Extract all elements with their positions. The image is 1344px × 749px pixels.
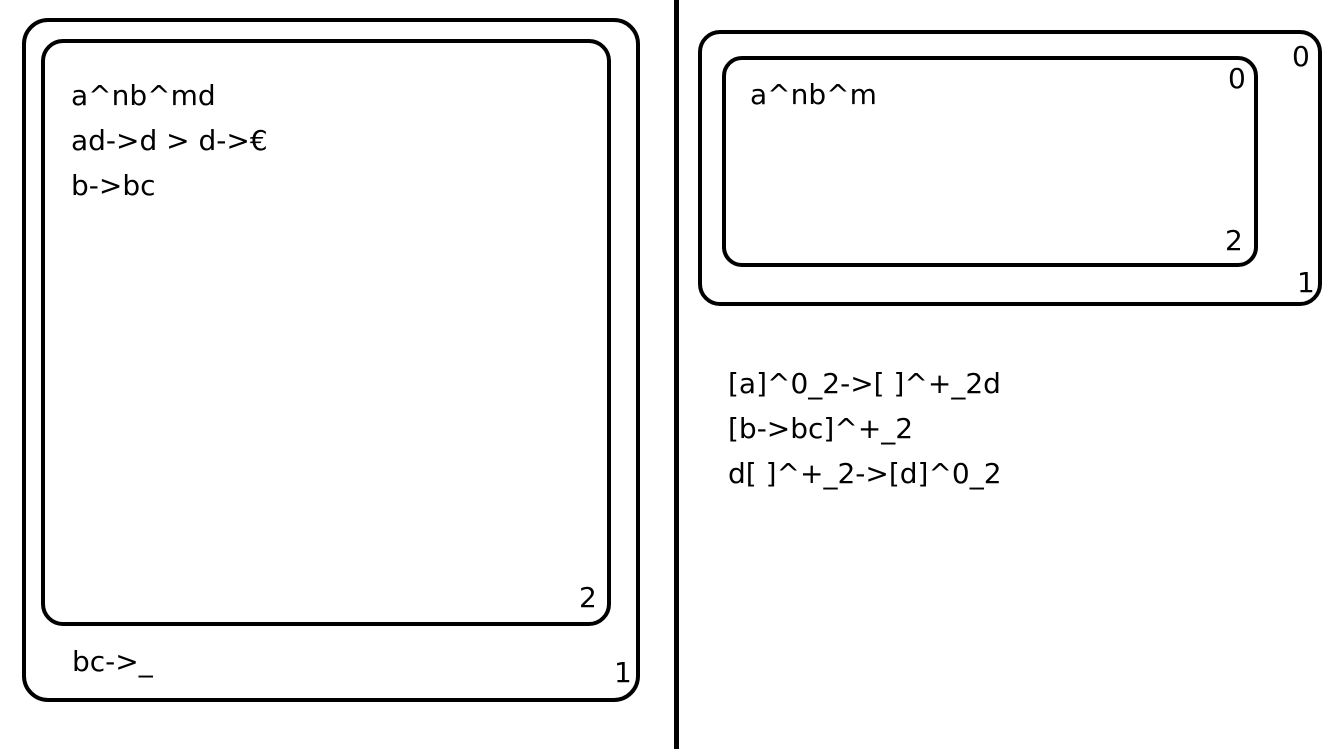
left-outer-rule: bc->_ (72, 645, 153, 678)
right-outer-label-bottom: 1 (1297, 266, 1315, 299)
right-rule: [b->bc]^+_2 (728, 412, 914, 445)
left-inner-region-label: 2 (579, 581, 597, 614)
right-outer-label-top: 0 (1292, 40, 1310, 73)
right-inner-label-top: 0 (1228, 62, 1246, 95)
right-inner-content: a^nb^m (750, 78, 877, 111)
panel-divider (674, 0, 679, 749)
left-inner-rule: a^nb^md (71, 79, 216, 112)
left-inner-rule: b->bc (71, 169, 156, 202)
left-inner-rule: ad->d > d->€ (71, 124, 268, 157)
right-rule: [a]^0_2->[ ]^+_2d (728, 367, 1001, 400)
right-rule: d[ ]^+_2->[d]^0_2 (728, 457, 1002, 490)
left-outer-region-label: 1 (614, 656, 632, 689)
right-inner-label-bottom: 2 (1225, 224, 1243, 257)
